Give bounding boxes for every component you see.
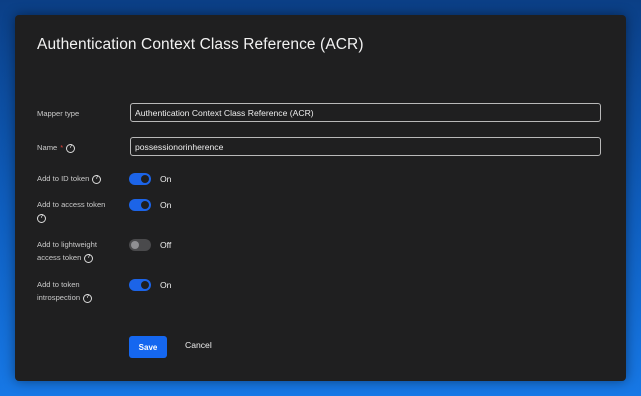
required-indicator: * [60, 143, 64, 152]
access-token-label-text: Add to access token [37, 200, 106, 209]
id-token-switch[interactable]: On [129, 173, 171, 185]
switch-state-label: On [160, 174, 172, 184]
id-token-label: Add to ID token? [37, 172, 102, 185]
access-token-switch[interactable]: On [129, 199, 171, 211]
name-label: Name *? [37, 141, 76, 154]
switch-track[interactable] [129, 279, 151, 291]
switch-state-label: On [160, 200, 172, 210]
lightweight-token-switch[interactable]: Off [129, 239, 171, 251]
help-icon[interactable]: ? [66, 143, 76, 153]
switch-state-label: Off [160, 240, 172, 250]
lightweight-token-label-line1: Add to lightweight [37, 240, 97, 249]
switch-track[interactable] [129, 173, 151, 185]
switch-state-label: On [160, 280, 172, 290]
switch-knob [141, 201, 149, 209]
introspection-switch[interactable]: On [129, 279, 171, 291]
switch-track[interactable] [129, 199, 151, 211]
mapper-type-field[interactable] [130, 103, 601, 122]
mapper-type-label-text: Mapper type [37, 109, 80, 118]
switch-knob [141, 175, 149, 183]
mapper-type-label: Mapper type [37, 107, 79, 120]
dialog-title: Authentication Context Class Reference (… [37, 36, 364, 53]
help-icon[interactable]: ? [84, 253, 94, 263]
access-token-label: Add to access token ? [37, 198, 105, 224]
name-field[interactable] [130, 137, 601, 156]
switch-knob [141, 281, 149, 289]
switch-track[interactable] [129, 239, 151, 251]
lightweight-token-label: Add to lightweight access token? [37, 238, 97, 264]
introspection-label-line2: introspection [37, 293, 81, 302]
mapper-dialog: Authentication Context Class Reference (… [15, 15, 626, 381]
lightweight-token-label-line2: access token [37, 253, 82, 262]
id-token-label-text: Add to ID token [37, 174, 90, 183]
help-icon[interactable]: ? [37, 213, 46, 223]
introspection-label: Add to token introspection? [37, 278, 93, 304]
name-label-text: Name [37, 143, 58, 152]
switch-knob [131, 241, 139, 249]
help-icon[interactable]: ? [83, 293, 93, 303]
cancel-button[interactable]: Cancel [185, 340, 212, 350]
introspection-label-line1: Add to token [37, 280, 80, 289]
save-button[interactable]: Save [129, 336, 167, 358]
help-icon[interactable]: ? [92, 174, 102, 184]
